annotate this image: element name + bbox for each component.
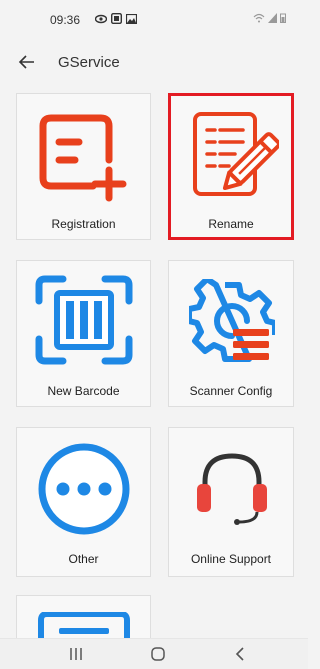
screen-icon <box>111 13 122 24</box>
registration-icon <box>39 114 127 202</box>
eye-icon <box>95 14 107 23</box>
app-bar: GService <box>0 40 308 84</box>
back-arrow-icon[interactable] <box>16 51 38 73</box>
tile-label: New Barcode <box>47 384 120 398</box>
tile-label: Rename <box>208 217 254 231</box>
battery-icon <box>280 13 286 23</box>
tile-label: Registration <box>51 217 116 231</box>
tile-label: Online Support <box>190 552 272 566</box>
home-icon[interactable] <box>148 645 168 663</box>
status-bar: 09:36 <box>0 0 308 40</box>
tile-online-support[interactable]: Online Support <box>168 427 294 577</box>
navigation-bar <box>0 638 308 669</box>
page-title: GService <box>58 54 120 71</box>
wifi-icon <box>253 13 265 23</box>
recent-apps-icon[interactable] <box>66 645 86 663</box>
rename-document-icon <box>193 112 279 196</box>
tile-registration[interactable]: Registration <box>16 93 151 240</box>
tile-scanner-config[interactable]: Scanner Config <box>168 260 294 407</box>
tile-label: Other <box>68 552 99 566</box>
signal-icon <box>268 13 277 23</box>
status-time: 09:36 <box>50 13 81 27</box>
back-nav-icon[interactable] <box>230 645 250 663</box>
gear-config-icon <box>189 279 275 362</box>
tile-other[interactable]: Other <box>16 427 151 577</box>
tile-new-barcode[interactable]: New Barcode <box>16 260 151 407</box>
tile-rename[interactable]: Rename <box>168 93 294 240</box>
more-dots-icon <box>38 443 130 535</box>
tile-label: Scanner Config <box>189 384 273 398</box>
image-icon <box>126 13 137 24</box>
headset-icon <box>197 453 267 525</box>
barcode-icon <box>35 275 133 365</box>
